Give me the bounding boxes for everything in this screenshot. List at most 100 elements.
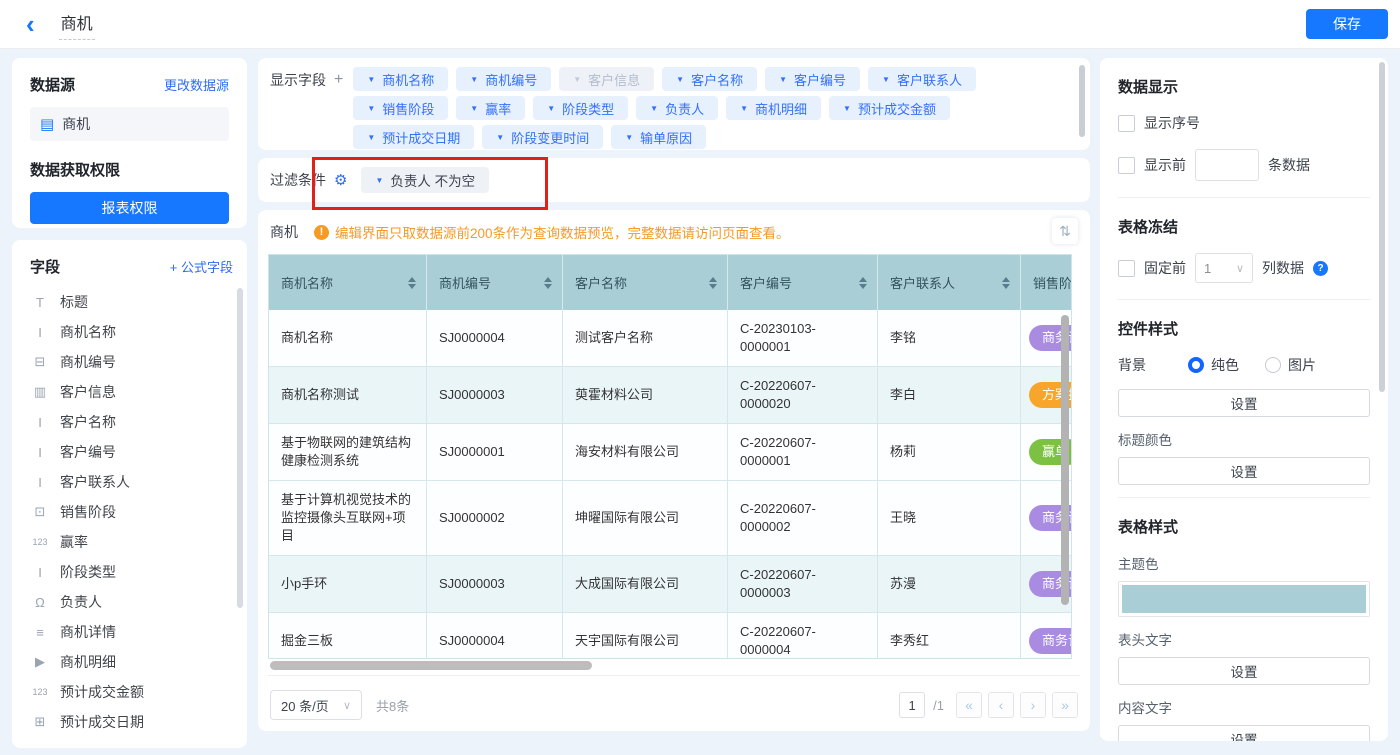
table-cell: 苏漫 <box>878 556 1021 612</box>
display-field-tag[interactable]: ▼ 输单原因 <box>611 125 706 149</box>
filter-settings-gear-icon[interactable]: ⚙ <box>334 171 347 189</box>
table-column-header[interactable]: 客户编号 <box>728 255 878 310</box>
table-row[interactable]: 商机名称测试SJ0000003萸霍材料公司C-20220607-0000020李… <box>269 367 1071 424</box>
freeze-columns-select[interactable]: 1 ∨ <box>1195 253 1253 283</box>
save-button[interactable]: 保存 <box>1306 9 1388 39</box>
table-row[interactable]: 小p手环SJ0000003大成国际有限公司C-20220607-0000003苏… <box>269 556 1071 613</box>
sort-icon[interactable] <box>1002 277 1010 289</box>
display-field-tag[interactable]: ▼ 预计成交日期 <box>353 125 474 149</box>
table-column-header[interactable]: 商机编号 <box>427 255 563 310</box>
content-text-set-button[interactable]: 设置 <box>1118 725 1370 741</box>
table-horizontal-scrollbar[interactable] <box>270 661 592 670</box>
display-fields-card: 显示字段 + ▼ 商机名称 ▼ 商机编号 ▼ 客户信息 ▼ 客户名称 ▼ 客户编… <box>258 58 1090 150</box>
filter-condition-tag[interactable]: ▼ 负责人 不为空 <box>361 167 489 193</box>
show-first-checkbox[interactable] <box>1118 157 1135 174</box>
table-column-header[interactable]: 客户名称 <box>563 255 728 310</box>
field-list-item[interactable]: 123 预计成交金额 <box>30 677 233 707</box>
display-field-tag[interactable]: ▼ 客户联系人 <box>868 67 976 91</box>
display-field-tag[interactable]: ▼ 客户名称 <box>662 67 757 91</box>
sort-icon[interactable] <box>544 277 552 289</box>
field-list-item[interactable]: ⊞ 预计成交日期 <box>30 707 233 737</box>
display-field-tag[interactable]: ▼ 商机编号 <box>456 67 551 91</box>
field-list-item[interactable]: 123 赢率 <box>30 527 233 557</box>
table-cell: C-20230103-0000001 <box>728 310 878 366</box>
content-text-label: 内容文字 <box>1118 697 1370 717</box>
chevron-down-icon: ▼ <box>367 75 375 84</box>
page-number-input[interactable]: 1 <box>899 692 925 718</box>
divider <box>1118 197 1370 198</box>
table-row[interactable]: 掘金三板SJ0000004天宇国际有限公司C-20220607-0000004李… <box>269 613 1071 658</box>
table-cell: SJ0000004 <box>427 310 563 366</box>
field-list-item[interactable]: ⊡ 销售阶段 <box>30 497 233 527</box>
field-list-item[interactable]: ▥ 客户信息 <box>30 377 233 407</box>
freeze-columns-checkbox[interactable] <box>1118 260 1135 277</box>
change-datasource-link[interactable]: 更改数据源 <box>164 75 229 94</box>
chevron-down-icon: ▼ <box>367 104 375 113</box>
show-first-count-input[interactable] <box>1195 149 1259 181</box>
display-field-tag[interactable]: ▼ 客户编号 <box>765 67 860 91</box>
header-text-set-button[interactable]: 设置 <box>1118 657 1370 685</box>
table-column-header[interactable]: 销售阶段 <box>1021 255 1072 310</box>
table-row[interactable]: 商机名称SJ0000004测试客户名称C-20230103-0000001李铭商… <box>269 310 1071 367</box>
back-icon[interactable]: ‹ <box>26 11 35 37</box>
field-list-item[interactable]: I 客户名称 <box>30 407 233 437</box>
report-permission-button[interactable]: 报表权限 <box>30 192 229 224</box>
table-column-header[interactable]: 商机名称 <box>269 255 427 310</box>
display-field-tag[interactable]: ▼ 销售阶段 <box>353 96 448 120</box>
table-card: 商机 ! 编辑界面只取数据源前200条作为查询数据预览，完整数据请访问页面查看。… <box>258 210 1090 731</box>
next-page-button[interactable]: › <box>1020 692 1046 718</box>
data-display-title: 数据显示 <box>1118 76 1370 97</box>
display-field-tag[interactable]: ▼ 负责人 <box>636 96 718 120</box>
sort-icon[interactable] <box>709 277 717 289</box>
field-list-item[interactable]: ⊟ 商机编号 <box>30 347 233 377</box>
sort-icon[interactable] <box>859 277 867 289</box>
prev-page-button[interactable]: ‹ <box>988 692 1014 718</box>
display-field-tag[interactable]: ▼ 阶段变更时间 <box>482 125 603 149</box>
add-display-field-button[interactable]: + <box>334 71 343 89</box>
display-fields-scrollbar[interactable] <box>1079 65 1085 137</box>
field-list-item[interactable]: I 客户编号 <box>30 437 233 467</box>
add-formula-field-link[interactable]: + 公式字段 <box>170 257 233 276</box>
image-label: 图片 <box>1288 355 1316 375</box>
table-column-header[interactable]: 客户联系人 <box>878 255 1021 310</box>
datasource-item[interactable]: ▤ 商机 <box>30 107 229 141</box>
table-row[interactable]: 基于计算机视觉技术的监控摄像头互联网+项目SJ0000002坤曜国际有限公司C-… <box>269 481 1071 556</box>
solid-color-radio[interactable] <box>1188 357 1204 373</box>
fields-scrollbar[interactable] <box>237 288 243 608</box>
field-list-item[interactable]: ▶ 商机明细 <box>30 647 233 677</box>
display-field-tag[interactable]: ▼ 客户信息 <box>559 67 654 91</box>
field-list-item[interactable]: I 商机名称 <box>30 317 233 347</box>
first-page-button[interactable]: « <box>956 692 982 718</box>
sort-order-icon: ⇅ <box>1059 223 1071 240</box>
field-list-item[interactable]: Ω 负责人 <box>30 587 233 617</box>
table-vertical-scrollbar[interactable] <box>1061 315 1069 605</box>
field-list-item[interactable]: I 阶段类型 <box>30 557 233 587</box>
stage-badge: 商务谈判 <box>1029 628 1071 654</box>
display-field-tag[interactable]: ▼ 赢率 <box>456 96 525 120</box>
page-size-select[interactable]: 20 条/页 ∨ <box>270 690 362 720</box>
table-cell: 商机名称 <box>269 310 427 366</box>
field-list-item[interactable]: I 客户联系人 <box>30 467 233 497</box>
table-row[interactable]: 基于物联网的建筑结构健康检测系统SJ0000001海安材料有限公司C-20220… <box>269 424 1071 481</box>
table-sort-button[interactable]: ⇅ <box>1052 218 1078 244</box>
table-cell: C-20220607-0000002 <box>728 481 878 555</box>
display-field-tag[interactable]: ▼ 阶段类型 <box>533 96 628 120</box>
display-field-tag[interactable]: ▼ 商机名称 <box>353 67 448 91</box>
title-color-set-button[interactable]: 设置 <box>1118 457 1370 485</box>
display-field-tags: ▼ 商机名称 ▼ 商机编号 ▼ 客户信息 ▼ 客户名称 ▼ 客户编号 ▼ 客户联… <box>353 67 976 150</box>
theme-color-picker[interactable] <box>1118 581 1370 617</box>
last-page-button[interactable]: » <box>1052 692 1078 718</box>
field-list-item[interactable]: T 标题 <box>30 287 233 317</box>
theme-color-label: 主题色 <box>1118 553 1370 573</box>
freeze-title: 表格冻结 <box>1118 216 1370 237</box>
display-field-tag[interactable]: ▼ 预计成交金额 <box>829 96 950 120</box>
widget-style-title: 控件样式 <box>1118 318 1370 339</box>
field-list-item[interactable]: ≡ 商机详情 <box>30 617 233 647</box>
display-field-tag[interactable]: ▼ 商机明细 <box>726 96 821 120</box>
image-radio[interactable] <box>1265 357 1281 373</box>
background-set-button[interactable]: 设置 <box>1118 389 1370 417</box>
sort-icon[interactable] <box>408 277 416 289</box>
settings-scrollbar[interactable] <box>1379 62 1385 392</box>
help-icon[interactable]: ? <box>1313 261 1328 276</box>
show-index-checkbox[interactable] <box>1118 115 1135 132</box>
